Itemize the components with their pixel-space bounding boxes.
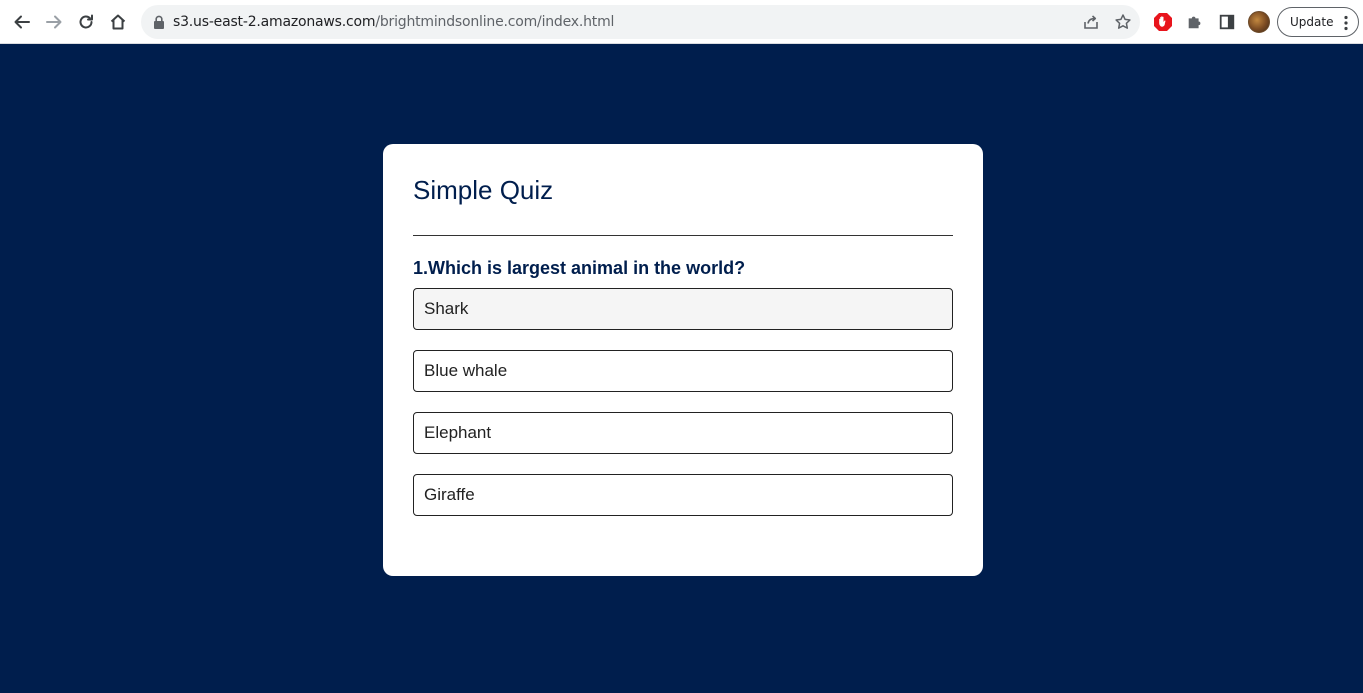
url-path: /brightmindsonline.com/index.html xyxy=(375,14,615,30)
quiz-card: Simple Quiz 1.Which is largest animal in… xyxy=(383,144,983,576)
answer-button-shark[interactable]: Shark xyxy=(413,288,953,330)
bookmark-star-icon[interactable] xyxy=(1114,13,1132,31)
back-arrow-icon[interactable] xyxy=(10,10,34,34)
answer-button-blue-whale[interactable]: Blue whale xyxy=(413,350,953,392)
question-text: 1.Which is largest animal in the world? xyxy=(413,258,746,278)
profile-avatar[interactable] xyxy=(1248,11,1270,33)
forward-arrow-icon[interactable] xyxy=(42,10,66,34)
answer-button-elephant[interactable]: Elephant xyxy=(413,412,953,454)
address-bar[interactable]: s3.us-east-2.amazonaws.com/brightmindson… xyxy=(141,5,1140,39)
quiz-title: Simple Quiz xyxy=(413,175,554,205)
title-divider xyxy=(413,235,953,236)
adblock-icon[interactable] xyxy=(1153,12,1173,32)
url-host: s3.us-east-2.amazonaws.com xyxy=(173,14,376,30)
share-icon[interactable] xyxy=(1082,13,1100,31)
browser-toolbar: s3.us-east-2.amazonaws.com/brightmindson… xyxy=(0,0,1363,44)
side-panel-icon[interactable] xyxy=(1217,12,1237,32)
reload-icon[interactable] xyxy=(74,10,98,34)
lock-icon[interactable] xyxy=(153,15,165,29)
home-icon[interactable] xyxy=(106,10,130,34)
url-text[interactable]: s3.us-east-2.amazonaws.com/brightmindson… xyxy=(173,14,614,30)
update-button[interactable]: Update xyxy=(1277,7,1359,37)
answer-buttons: Shark Blue whale Elephant Giraffe xyxy=(413,288,953,536)
extensions-puzzle-icon[interactable] xyxy=(1185,12,1205,32)
answer-button-giraffe[interactable]: Giraffe xyxy=(413,474,953,516)
update-button-label: Update xyxy=(1290,15,1334,29)
kebab-menu-icon[interactable] xyxy=(1344,15,1348,31)
